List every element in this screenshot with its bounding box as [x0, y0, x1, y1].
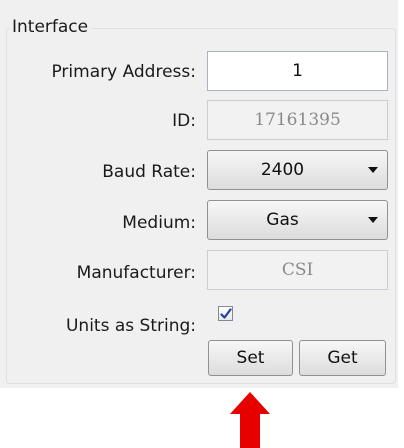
- get-button[interactable]: Get: [299, 340, 386, 376]
- red-up-arrow-icon: [230, 392, 270, 448]
- primary-address-label: Primary Address:: [51, 62, 196, 82]
- units-as-string-checkbox[interactable]: [218, 306, 233, 321]
- primary-address-input[interactable]: 1: [207, 51, 388, 91]
- baud-rate-value: 2400: [260, 160, 305, 180]
- id-field: 17161395: [207, 100, 388, 140]
- units-as-string-label: Units as String:: [65, 316, 196, 336]
- medium-label: Medium:: [122, 213, 196, 233]
- baud-rate-label: Baud Rate:: [102, 162, 196, 182]
- manufacturer-label: Manufacturer:: [76, 263, 196, 283]
- checkmark-icon: [220, 308, 232, 319]
- set-button[interactable]: Set: [208, 340, 293, 376]
- medium-value: Gas: [266, 210, 299, 230]
- baud-rate-dropdown[interactable]: 2400: [207, 150, 388, 190]
- id-label: ID:: [172, 111, 196, 131]
- group-title: Interface: [10, 16, 93, 38]
- manufacturer-field: CSI: [207, 250, 388, 290]
- chevron-down-icon: [368, 217, 378, 223]
- interface-panel: Interface Primary Address: 1 ID: 1716139…: [0, 0, 404, 448]
- medium-dropdown[interactable]: Gas: [207, 200, 388, 240]
- chevron-down-icon: [368, 167, 378, 173]
